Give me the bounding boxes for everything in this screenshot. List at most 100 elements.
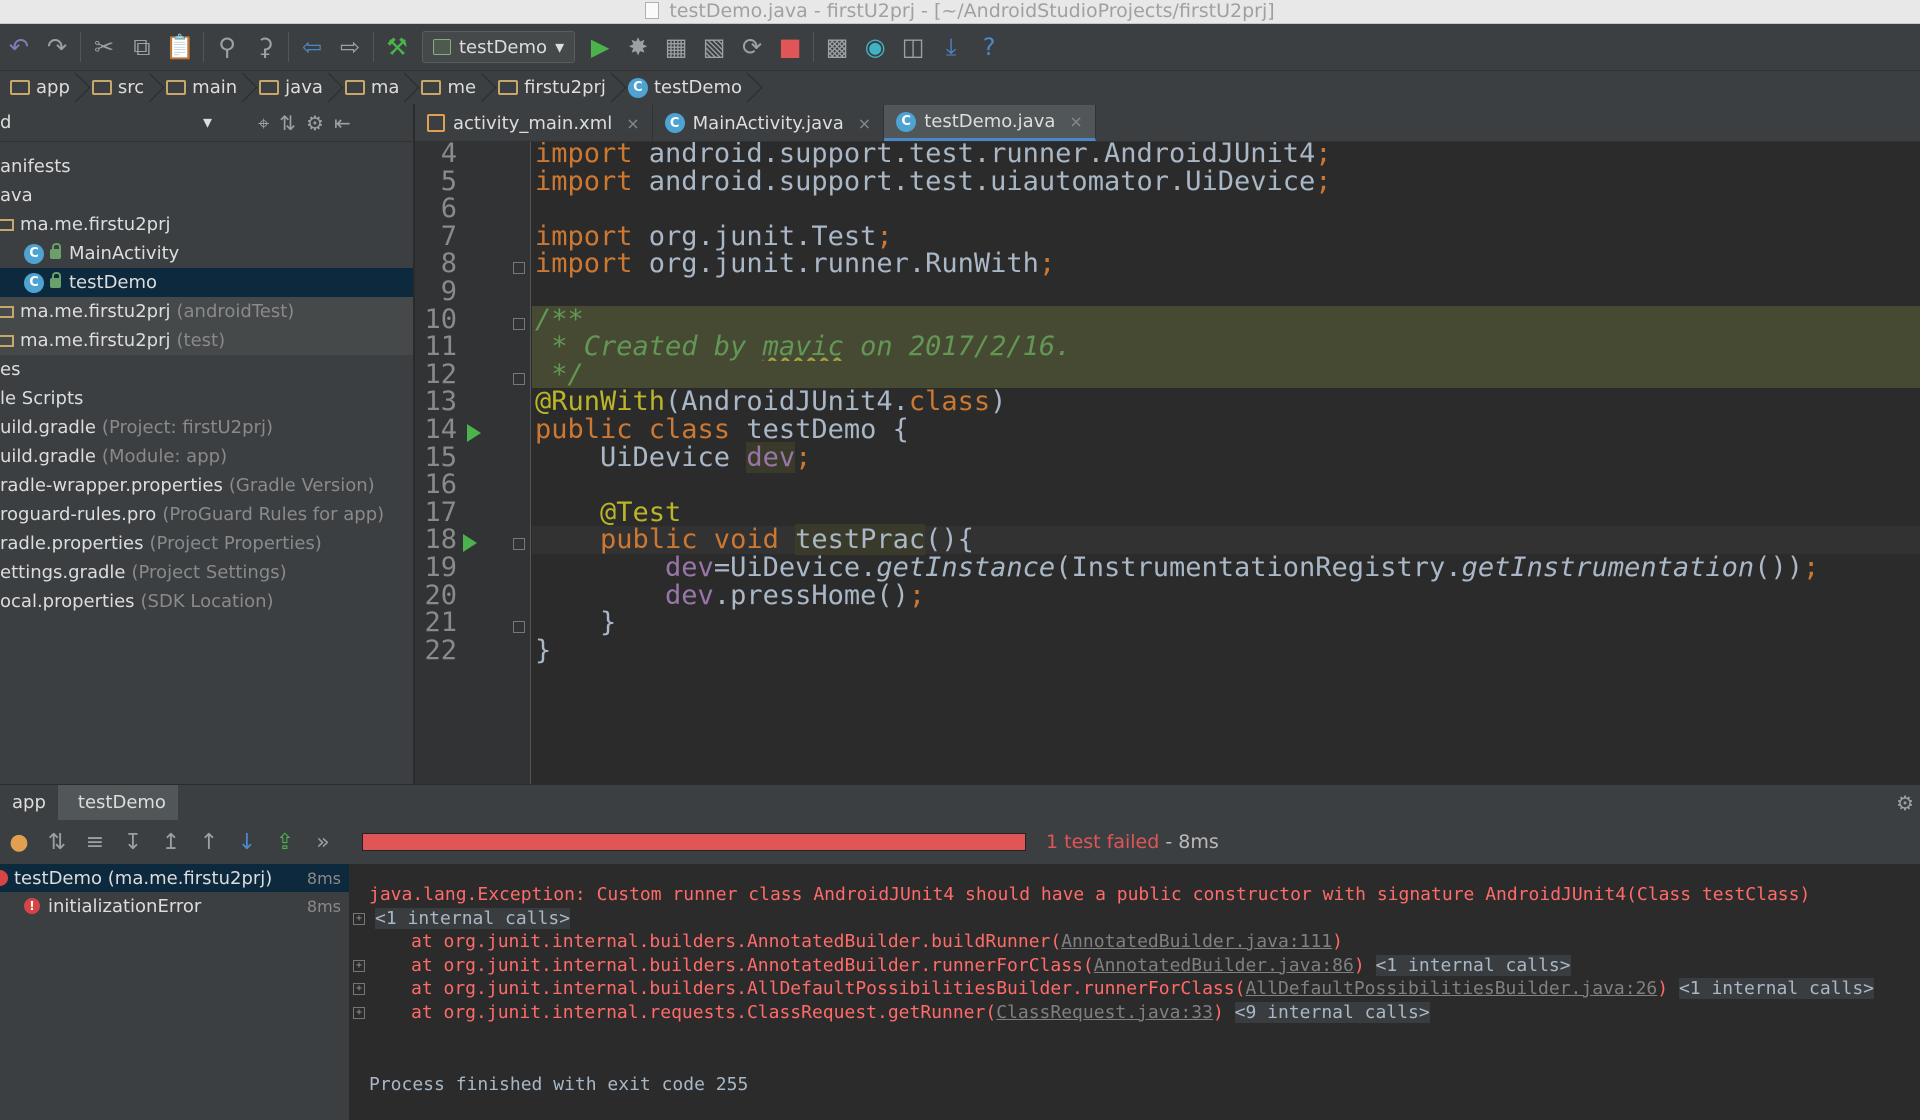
project-tree-item[interactable]: ma.me.firstu2prj (androidTest) (0, 297, 413, 326)
locate-icon[interactable]: ⌖ (258, 111, 269, 135)
project-tree-item[interactable]: ettings.gradle (Project Settings) (0, 558, 413, 587)
gear-icon[interactable]: ⚙ (1896, 791, 1914, 815)
project-tree-item[interactable]: roguard-rules.pro (ProGuard Rules for app… (0, 500, 413, 529)
coverage-icon[interactable]: ▦ (657, 28, 695, 66)
collapse-all-icon[interactable]: ↥ (152, 823, 190, 861)
breadcrumb-app[interactable]: app (0, 71, 82, 105)
project-tree-item[interactable]: radle-wrapper.properties (Gradle Version) (0, 471, 413, 500)
redo-icon[interactable]: ↷ (38, 28, 76, 66)
project-tree-item[interactable]: ocal.properties (SDK Location) (0, 587, 413, 616)
expand-icon[interactable]: + (353, 959, 365, 972)
export-icon[interactable]: ⇪ (266, 823, 304, 861)
editor-tab[interactable]: C MainActivity.java × (653, 105, 885, 141)
code-text: import android.support.test.uiautomator.… (535, 165, 1332, 197)
folder-icon (421, 80, 442, 95)
code-line: 9 (415, 278, 1920, 306)
expand-icon[interactable]: + (353, 912, 365, 925)
internal-calls-fold[interactable]: <9 internal calls> (1234, 1001, 1430, 1023)
expand-all-icon[interactable]: ↧ (114, 823, 152, 861)
breadcrumb-java[interactable]: java (249, 71, 335, 105)
test-result-item[interactable]: ! initializationError 8ms (0, 892, 349, 920)
project-view-select[interactable]: d ▾ (0, 108, 218, 138)
gear-icon[interactable]: ⚙ (306, 111, 324, 135)
paste-icon[interactable]: 📋 (161, 28, 199, 66)
project-structure-icon[interactable]: ◫ (894, 28, 932, 66)
project-tree-item[interactable]: uild.gradle (Project: firstU2prj) (0, 413, 413, 442)
internal-calls-fold[interactable]: <1 internal calls> (375, 907, 571, 929)
copy-icon[interactable]: ⧉ (123, 28, 161, 66)
run-tab[interactable]: app (0, 785, 58, 821)
breadcrumb-firstu2prj[interactable]: firstu2prj (488, 71, 618, 105)
previous-failed-icon[interactable]: ↑ (190, 823, 228, 861)
editor-tab[interactable]: activity_main.xml × (415, 105, 653, 141)
project-tree-item[interactable]: ma.me.firstu2prj (0, 210, 413, 239)
folder-icon (259, 80, 280, 95)
run-icon[interactable]: ▶ (581, 28, 619, 66)
next-failed-icon[interactable]: ↓ (228, 823, 266, 861)
stack-trace-link[interactable]: AnnotatedBuilder.java:86 (1094, 955, 1354, 976)
help-icon[interactable]: ? (970, 28, 1008, 66)
rerun-failed-icon[interactable]: ● (0, 823, 38, 861)
rerun-icon[interactable]: ⟳ (733, 28, 771, 66)
close-icon[interactable]: × (626, 114, 639, 133)
fold-marker-icon[interactable] (513, 317, 525, 330)
project-tree-item[interactable]: C MainActivity (0, 239, 413, 268)
project-tree-detail: (test) (176, 330, 226, 351)
close-icon[interactable]: × (1069, 112, 1082, 131)
fold-marker-icon[interactable] (513, 262, 525, 275)
fold-marker-icon[interactable] (513, 538, 525, 551)
avd-manager-icon[interactable]: ▩ (818, 28, 856, 66)
project-tree-item[interactable]: ma.me.firstu2prj (test) (0, 326, 413, 355)
test-console-output[interactable]: java.lang.Exception: Custom runner class… (351, 864, 1920, 1120)
breadcrumb-ma[interactable]: ma (335, 71, 412, 105)
internal-calls-fold[interactable]: <1 internal calls> (1678, 978, 1875, 999)
replace-icon[interactable]: ⚳ (246, 28, 284, 66)
collapse-all-icon[interactable]: ⇅ (279, 111, 296, 135)
fold-marker-icon[interactable] (513, 372, 525, 385)
undo-icon[interactable]: ↶ (0, 28, 38, 66)
more-icon[interactable]: » (304, 823, 342, 861)
project-tree-item[interactable]: anifests (0, 152, 413, 181)
sync-gradle-icon[interactable]: ◉ (856, 28, 894, 66)
run-tab[interactable]: testDemo (57, 784, 178, 821)
breadcrumb-testdemo[interactable]: CtestDemo (618, 71, 754, 105)
code-text: public class testDemo { (535, 414, 909, 445)
sdk-manager-icon[interactable]: ⤓ (932, 28, 970, 66)
hide-panel-icon[interactable]: ⇤ (334, 111, 351, 135)
stack-trace-link[interactable]: AnnotatedBuilder.java:111 (1061, 931, 1332, 952)
project-tree-item[interactable]: radle.properties (Project Properties) (0, 529, 413, 558)
build-hammer-icon[interactable]: ⚒ (378, 28, 416, 66)
debug-icon[interactable]: ✸ (619, 28, 657, 66)
fold-marker-icon[interactable] (513, 621, 525, 634)
project-tree-item[interactable]: CtestDemo (0, 268, 413, 297)
code-line: 11 * Created by mavic on 2017/2/16. (415, 333, 1920, 361)
forward-icon[interactable]: ⇨ (331, 28, 369, 66)
breadcrumb-src[interactable]: src (82, 71, 156, 105)
sort-duration-icon[interactable]: ≡ (76, 823, 114, 861)
internal-calls-fold[interactable]: <1 internal calls> (1375, 954, 1571, 976)
expand-icon[interactable]: + (353, 1006, 365, 1019)
stop-icon[interactable]: ■ (771, 28, 809, 66)
line-number: 20 (424, 579, 457, 611)
breadcrumb-me[interactable]: me (411, 71, 488, 105)
profile-icon[interactable]: ▧ (695, 28, 733, 66)
code-text: public void testPrac(){ (535, 524, 974, 556)
code-editor[interactable]: 4 import android.support.test.runner.Andr… (415, 142, 1920, 784)
sort-alpha-icon[interactable]: ⇅ (38, 823, 76, 861)
back-icon[interactable]: ⇦ (293, 28, 331, 66)
document-icon (645, 2, 660, 19)
test-result-item[interactable]: testDemo (ma.me.firstu2prj) 8ms (0, 864, 349, 892)
run-config-select[interactable]: testDemo ▾ (422, 31, 576, 63)
breadcrumb-main[interactable]: main (156, 71, 249, 105)
project-tree-item[interactable]: es (0, 355, 413, 384)
project-tree-item[interactable]: uild.gradle (Module: app) (0, 442, 413, 471)
stack-trace-link[interactable]: AllDefaultPossibilitiesBuilder.java:26 (1245, 978, 1657, 999)
project-tree-item[interactable]: ava (0, 181, 413, 210)
editor-tab[interactable]: CtestDemo.java × (884, 105, 1096, 141)
close-icon[interactable]: × (858, 114, 871, 133)
stack-trace-link[interactable]: ClassRequest.java:33 (996, 1002, 1213, 1023)
find-icon[interactable]: ⚲ (208, 28, 246, 66)
expand-icon[interactable]: + (353, 983, 365, 995)
cut-icon[interactable]: ✂ (85, 28, 123, 66)
project-tree-item[interactable]: le Scripts (0, 384, 413, 413)
